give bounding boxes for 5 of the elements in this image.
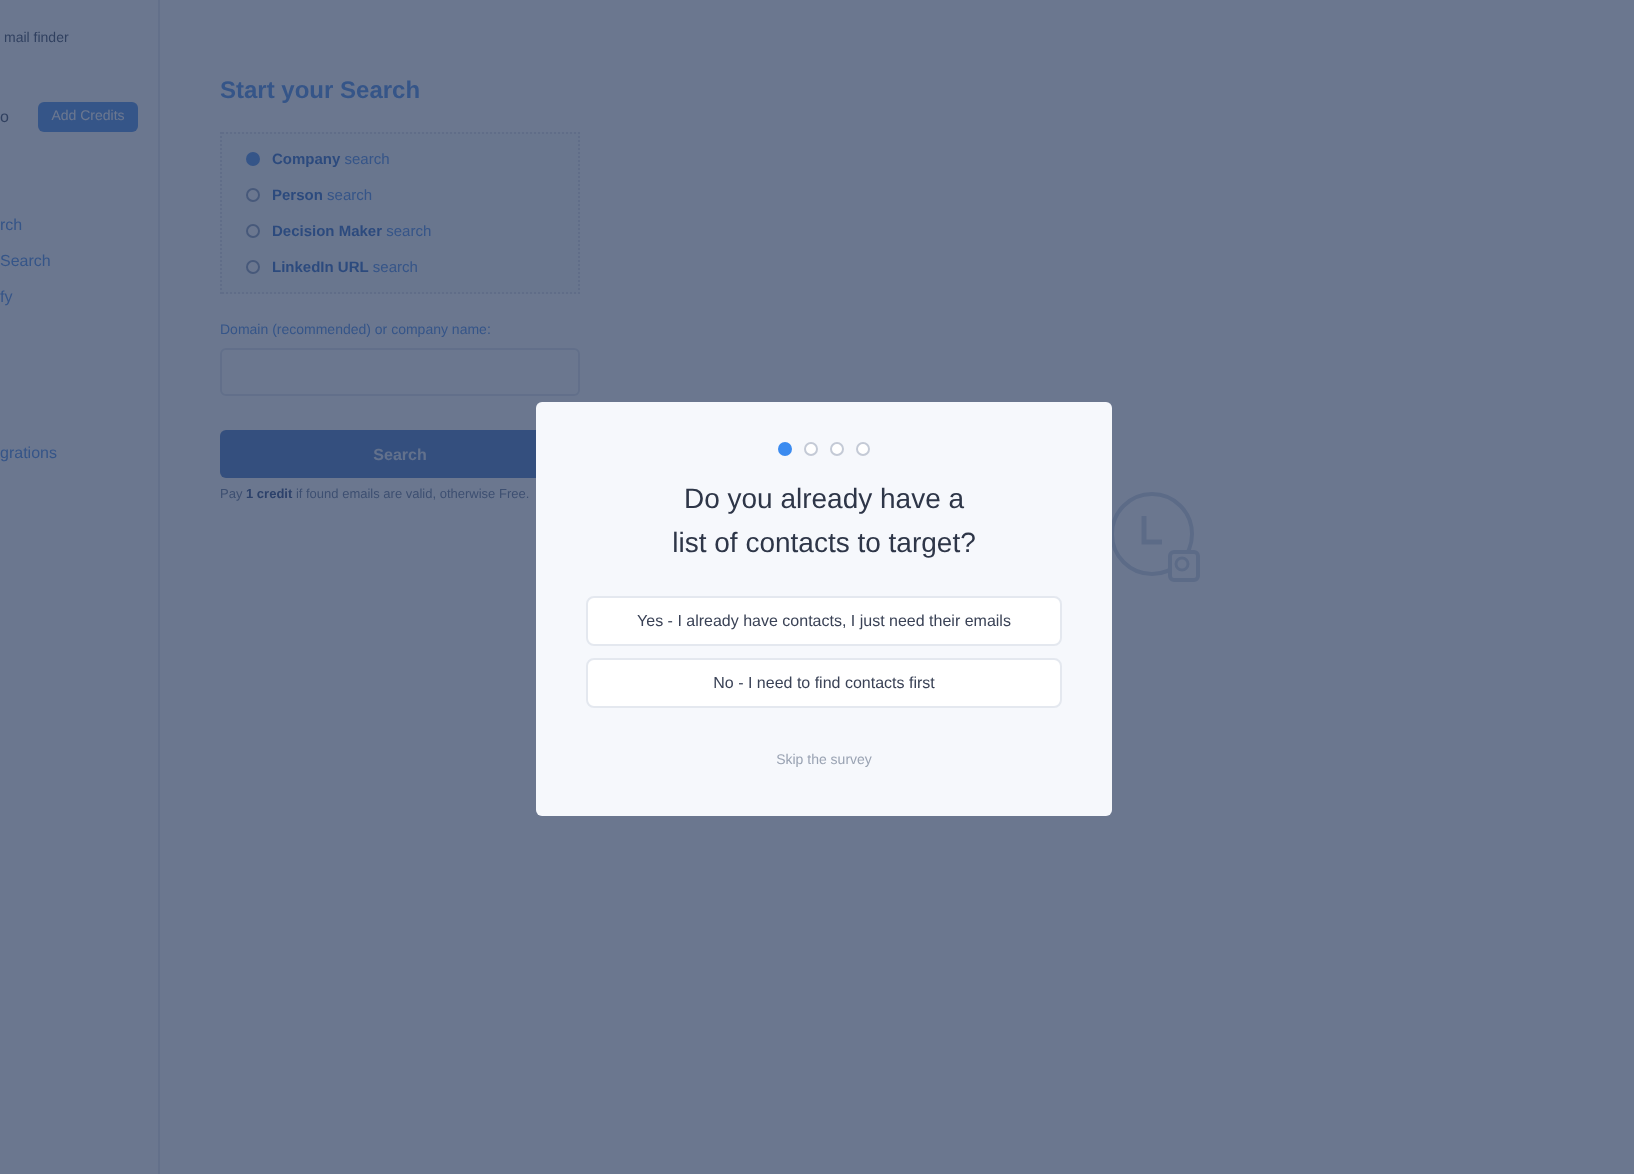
- survey-question: list of contacts to target?: [672, 524, 976, 562]
- survey-question: Do you already have a: [681, 480, 967, 518]
- answer-option-button[interactable]: No - I need to find contacts first: [586, 658, 1062, 708]
- credits-text: o: [0, 108, 9, 126]
- answer-option-button[interactable]: Yes - I already have contacts, I just need their emails: [586, 596, 1062, 646]
